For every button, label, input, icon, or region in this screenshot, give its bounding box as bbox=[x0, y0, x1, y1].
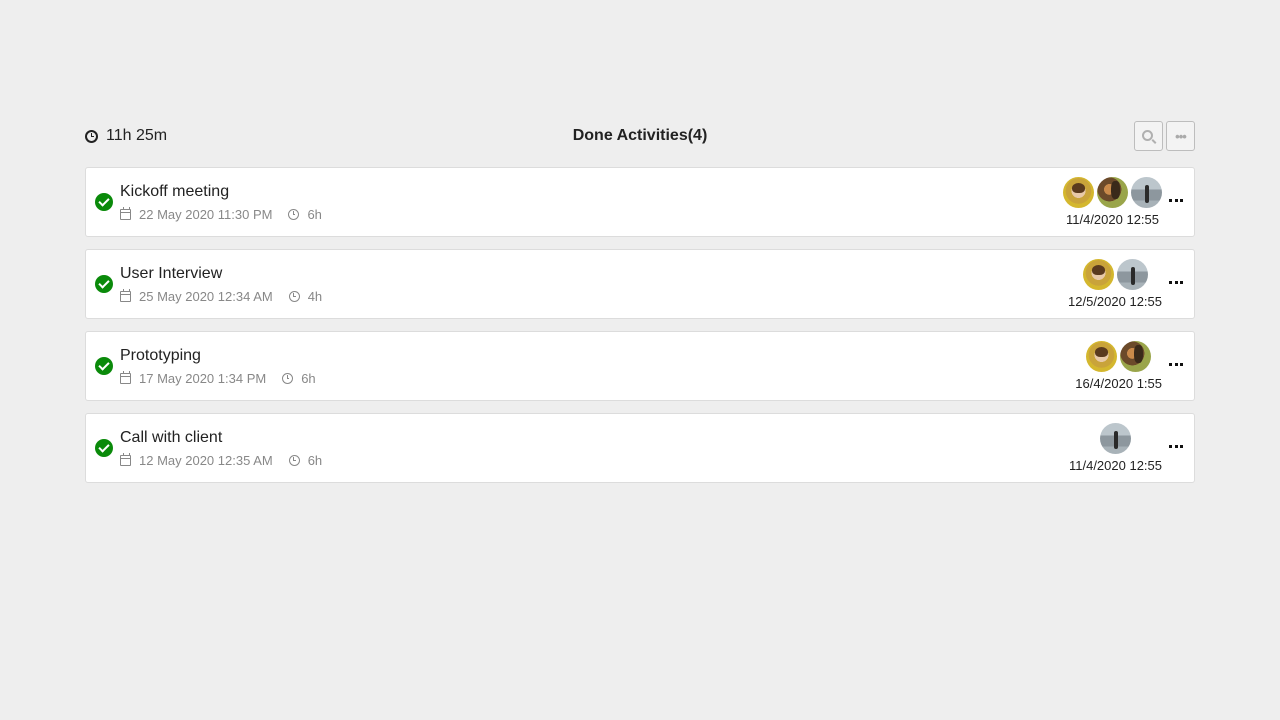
avatar[interactable] bbox=[1082, 259, 1114, 290]
activity-meta: 25 May 2020 12:34 AM 4h bbox=[120, 289, 322, 304]
done-check-icon bbox=[95, 439, 113, 457]
avatar[interactable] bbox=[1063, 177, 1094, 208]
activity-name: Prototyping bbox=[120, 347, 201, 364]
activity-participants: 12/5/2020 12:55 bbox=[1068, 259, 1162, 309]
activity-name: Kickoff meeting bbox=[120, 183, 230, 200]
activity-card-call-with-client[interactable]: Call with client 12 May 2020 12:35 AM 6h… bbox=[85, 413, 1195, 483]
activity-date: 22 May 2020 11:30 PM bbox=[139, 207, 273, 222]
activity-more-button[interactable] bbox=[1169, 445, 1183, 448]
activity-list: Kickoff meeting 22 May 2020 11:30 PM 6h … bbox=[85, 167, 1195, 483]
calendar-icon bbox=[120, 289, 131, 302]
activity-duration: 6h bbox=[307, 453, 323, 468]
activity-card-kickoff-meeting[interactable]: Kickoff meeting 22 May 2020 11:30 PM 6h … bbox=[85, 167, 1195, 237]
activity-updated: 11/4/2020 12:55 bbox=[1065, 212, 1159, 227]
header-actions: ••• bbox=[1134, 121, 1195, 151]
avatar-group bbox=[1099, 423, 1131, 454]
page-title: Done Activities(4) bbox=[572, 127, 708, 144]
ellipsis-icon: ••• bbox=[1175, 128, 1187, 144]
avatar[interactable] bbox=[1131, 177, 1162, 208]
activity-more-button[interactable] bbox=[1169, 281, 1183, 284]
activity-updated: 12/5/2020 12:55 bbox=[1068, 294, 1162, 309]
calendar-icon bbox=[120, 207, 131, 220]
activity-card-prototyping[interactable]: Prototyping 17 May 2020 1:34 PM 6h 16/4/… bbox=[85, 331, 1195, 401]
activity-name: User Interview bbox=[120, 265, 223, 282]
done-check-icon bbox=[95, 275, 113, 293]
calendar-icon bbox=[120, 371, 131, 384]
clock-icon bbox=[288, 291, 300, 302]
more-options-button[interactable]: ••• bbox=[1166, 121, 1195, 151]
activity-duration: 4h bbox=[307, 289, 323, 304]
clock-icon bbox=[282, 373, 294, 384]
activity-duration: 6h bbox=[307, 207, 322, 222]
activity-updated: 11/4/2020 12:55 bbox=[1068, 458, 1162, 473]
done-check-icon bbox=[95, 193, 113, 211]
activity-card-user-interview[interactable]: User Interview 25 May 2020 12:34 AM 4h 1… bbox=[85, 249, 1195, 319]
avatar[interactable] bbox=[1116, 259, 1148, 290]
clock-icon bbox=[288, 209, 300, 220]
activity-participants: 11/4/2020 12:55 bbox=[1063, 177, 1162, 227]
calendar-icon bbox=[120, 453, 131, 466]
activity-participants: 11/4/2020 12:55 bbox=[1069, 423, 1162, 473]
avatar-group bbox=[1063, 177, 1162, 208]
activity-more-button[interactable] bbox=[1169, 199, 1183, 202]
search-icon bbox=[1142, 129, 1153, 141]
clock-icon bbox=[85, 129, 98, 143]
avatar[interactable] bbox=[1086, 341, 1118, 372]
activity-meta: 17 May 2020 1:34 PM 6h bbox=[120, 371, 316, 386]
activity-meta: 12 May 2020 12:35 AM 6h bbox=[120, 453, 322, 468]
activity-name: Call with client bbox=[120, 429, 223, 446]
avatar-group bbox=[1086, 341, 1152, 372]
avatar[interactable] bbox=[1099, 423, 1131, 454]
avatar-group bbox=[1082, 259, 1148, 290]
avatar[interactable] bbox=[1120, 341, 1152, 372]
total-time: 11h 25m bbox=[85, 127, 167, 145]
activity-date: 25 May 2020 12:34 AM bbox=[139, 289, 273, 304]
activity-updated: 16/4/2020 1:55 bbox=[1075, 376, 1162, 391]
activity-duration: 6h bbox=[301, 371, 316, 386]
panel-header: 11h 25m Done Activities(4) ••• bbox=[85, 120, 1195, 152]
activity-more-button[interactable] bbox=[1169, 363, 1183, 366]
avatar[interactable] bbox=[1097, 177, 1128, 208]
search-button[interactable] bbox=[1134, 121, 1163, 151]
activity-date: 17 May 2020 1:34 PM bbox=[139, 371, 267, 386]
activity-participants: 16/4/2020 1:55 bbox=[1075, 341, 1162, 391]
total-time-label: 11h 25m bbox=[106, 127, 168, 144]
done-check-icon bbox=[95, 357, 113, 375]
clock-icon bbox=[288, 455, 300, 466]
done-activities-panel: 11h 25m Done Activities(4) ••• Kickoff m… bbox=[85, 120, 1195, 495]
activity-meta: 22 May 2020 11:30 PM 6h bbox=[120, 207, 322, 222]
activity-date: 12 May 2020 12:35 AM bbox=[139, 453, 273, 468]
